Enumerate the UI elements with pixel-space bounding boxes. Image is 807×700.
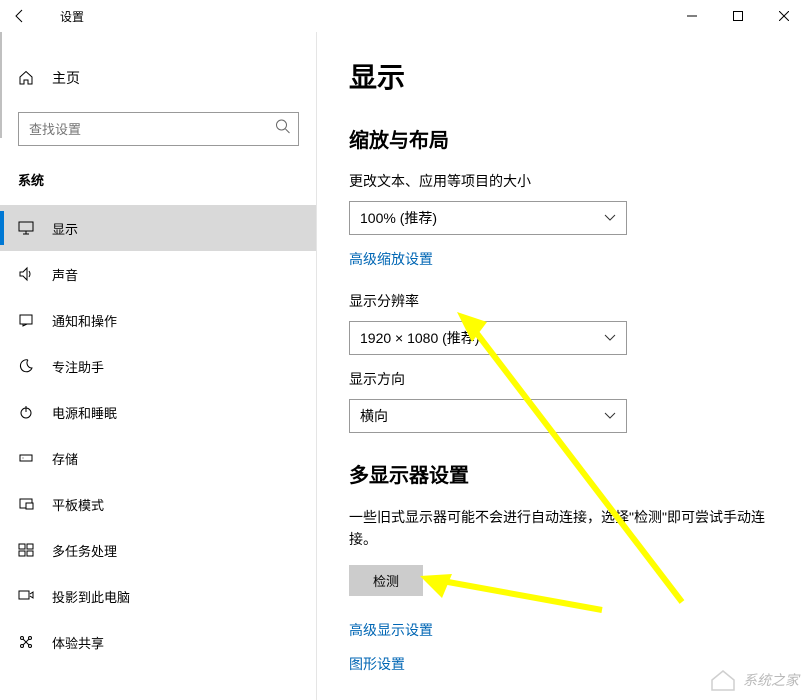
sidebar-item-label: 投影到此电脑 xyxy=(52,587,130,606)
sidebar-item-notifications[interactable]: 通知和操作 xyxy=(0,297,317,343)
sidebar-item-tablet[interactable]: 平板模式 xyxy=(0,481,317,527)
titlebar: 设置 xyxy=(0,0,807,32)
sidebar-item-label: 体验共享 xyxy=(52,633,104,652)
sidebar-item-label: 声音 xyxy=(52,265,78,284)
power-icon xyxy=(18,404,34,420)
home-label: 主页 xyxy=(52,68,80,88)
resolution-value: 1920 × 1080 (推荐) xyxy=(360,328,479,348)
project-icon xyxy=(18,588,34,604)
advanced-scale-link[interactable]: 高级缩放设置 xyxy=(349,249,433,269)
home-icon xyxy=(18,70,34,86)
scale-value: 100% (推荐) xyxy=(360,208,437,228)
orientation-label: 显示方向 xyxy=(349,369,775,389)
close-button[interactable] xyxy=(761,0,807,32)
maximize-button[interactable] xyxy=(715,0,761,32)
sidebar-item-power[interactable]: 电源和睡眠 xyxy=(0,389,317,435)
advanced-display-link[interactable]: 高级显示设置 xyxy=(349,620,433,640)
detect-button[interactable]: 检测 xyxy=(349,565,423,596)
chevron-down-icon xyxy=(604,409,616,423)
tablet-icon xyxy=(18,496,34,512)
multitask-icon xyxy=(18,542,34,558)
share-icon xyxy=(18,634,34,650)
resolution-label: 显示分辨率 xyxy=(349,291,775,311)
sidebar: 主页 系统 显示 声音 通知和操作 xyxy=(0,32,317,700)
scale-label: 更改文本、应用等项目的大小 xyxy=(349,171,775,191)
storage-icon xyxy=(18,450,34,466)
chevron-down-icon xyxy=(604,211,616,225)
sidebar-item-focus[interactable]: 专注助手 xyxy=(0,343,317,389)
orientation-value: 横向 xyxy=(360,406,388,426)
sound-icon xyxy=(18,266,34,282)
graphics-link[interactable]: 图形设置 xyxy=(349,654,405,674)
sidebar-item-multitask[interactable]: 多任务处理 xyxy=(0,527,317,573)
sidebar-item-storage[interactable]: 存储 xyxy=(0,435,317,481)
notification-icon xyxy=(18,312,34,328)
sidebar-item-sound[interactable]: 声音 xyxy=(0,251,317,297)
orientation-select[interactable]: 横向 xyxy=(349,399,627,433)
resolution-select[interactable]: 1920 × 1080 (推荐) xyxy=(349,321,627,355)
category-title: 系统 xyxy=(0,170,317,205)
sidebar-item-label: 存储 xyxy=(52,449,78,468)
monitor-icon xyxy=(18,220,34,236)
moon-icon xyxy=(18,358,34,374)
search-input[interactable] xyxy=(18,112,299,146)
sidebar-item-label: 通知和操作 xyxy=(52,311,117,330)
window-controls xyxy=(669,0,807,32)
search-wrap xyxy=(18,112,299,146)
section-scale-title: 缩放与布局 xyxy=(349,124,775,153)
main-content: 显示 缩放与布局 更改文本、应用等项目的大小 100% (推荐) 高级缩放设置 … xyxy=(317,32,807,700)
chevron-down-icon xyxy=(604,331,616,345)
home-nav[interactable]: 主页 xyxy=(0,56,317,100)
sidebar-scrollbar[interactable] xyxy=(0,32,2,138)
section-multimonitor-title: 多显示器设置 xyxy=(349,459,775,488)
sidebar-item-label: 平板模式 xyxy=(52,495,104,514)
page-title: 显示 xyxy=(349,56,775,96)
watermark: 系统之家 xyxy=(709,668,799,692)
scale-select[interactable]: 100% (推荐) xyxy=(349,201,627,235)
multimonitor-desc: 一些旧式显示器可能不会进行自动连接，选择"检测"即可尝试手动连接。 xyxy=(349,506,775,551)
sidebar-item-label: 显示 xyxy=(52,219,78,238)
sidebar-item-label: 电源和睡眠 xyxy=(52,403,117,422)
back-button[interactable] xyxy=(12,0,44,32)
sidebar-item-project[interactable]: 投影到此电脑 xyxy=(0,573,317,619)
sidebar-item-label: 多任务处理 xyxy=(52,541,117,560)
sidebar-item-display[interactable]: 显示 xyxy=(0,205,317,251)
minimize-button[interactable] xyxy=(669,0,715,32)
window-title: 设置 xyxy=(60,8,84,25)
sidebar-item-label: 专注助手 xyxy=(52,357,104,376)
sidebar-item-share[interactable]: 体验共享 xyxy=(0,619,317,665)
nav-list: 显示 声音 通知和操作 专注助手 电源和睡眠 存储 xyxy=(0,205,317,665)
